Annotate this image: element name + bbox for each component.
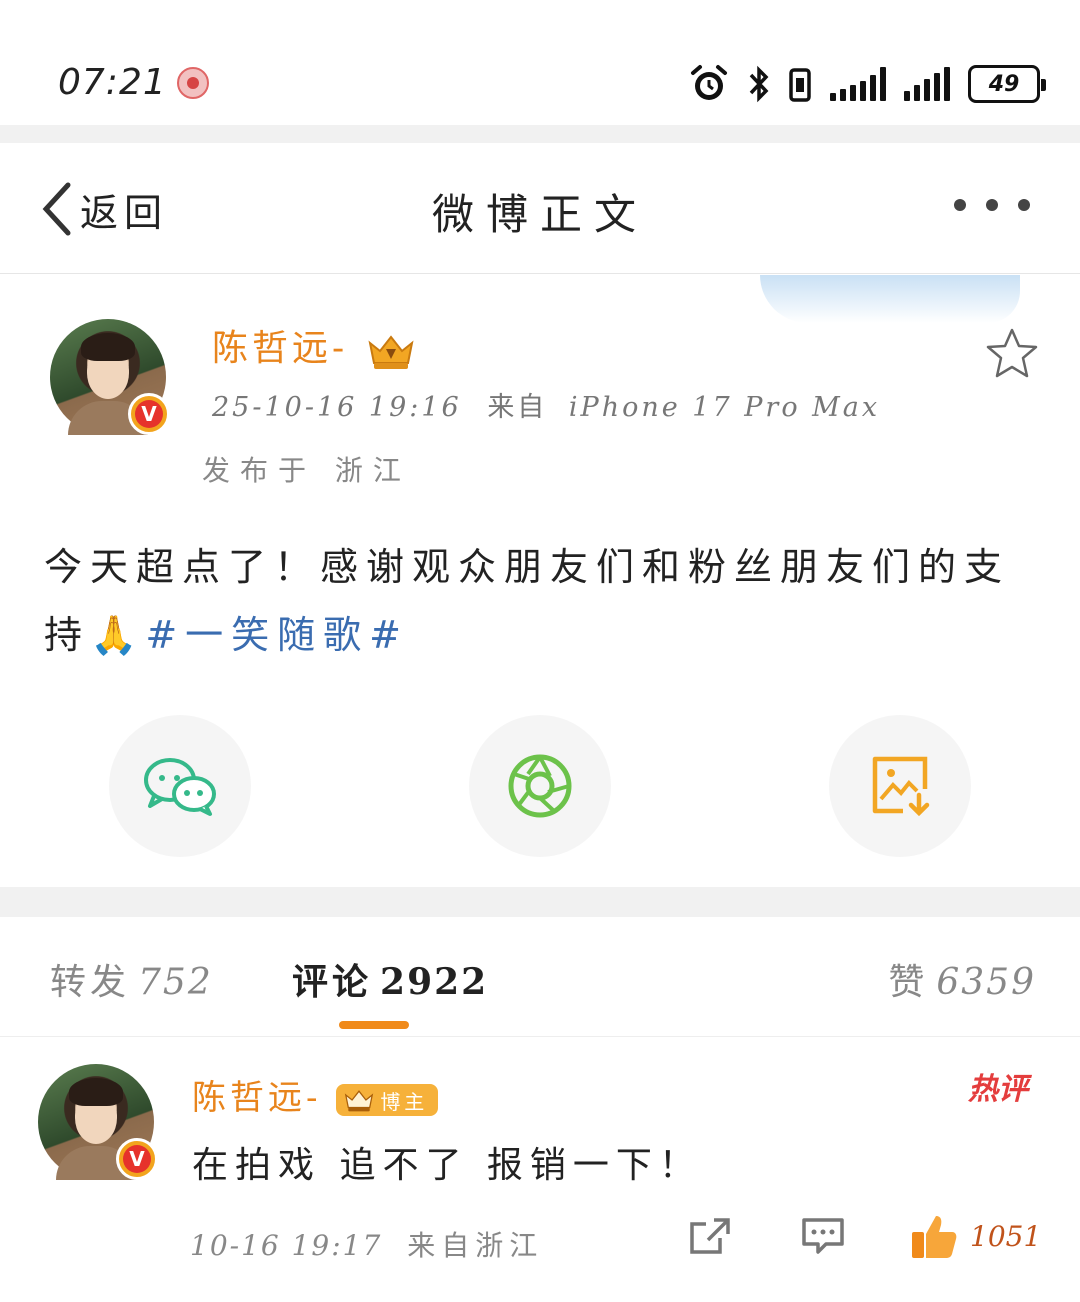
alarm-icon	[688, 63, 730, 105]
pray-emoji: 🙏	[90, 613, 146, 657]
post-location: 发布于 浙江	[202, 454, 411, 487]
comment-item: V 陈哲远- 博主 热评 在拍戏 追不了 报销一下！ 10-16 19:17 来…	[0, 1038, 1080, 1302]
comment-like-count: 1051	[970, 1219, 1042, 1253]
top-nav: 返回 微博正文	[0, 143, 1080, 274]
bluetooth-icon	[748, 64, 770, 104]
moments-icon	[508, 754, 572, 818]
post-author-name: 陈哲远-	[212, 328, 349, 369]
share-moments-button[interactable]	[469, 715, 611, 857]
post-author[interactable]: 陈哲远-	[212, 319, 418, 373]
post-source-device: iPhone 17 Pro Max	[568, 392, 881, 423]
share-icon	[690, 1218, 730, 1254]
wechat-icon	[144, 758, 216, 816]
comment-avatar[interactable]: V	[38, 1064, 158, 1180]
tab-like-count: 6359	[936, 962, 1036, 1003]
comment-author-name: 陈哲远-	[192, 1078, 322, 1118]
comment-author[interactable]: 陈哲远- 博主	[192, 1070, 439, 1119]
divider	[0, 125, 1080, 143]
divider	[0, 887, 1080, 917]
comment-share-button[interactable]	[688, 1216, 732, 1256]
tab-like-label: 赞	[888, 962, 929, 1003]
comment-time: 10-16 19:17	[190, 1229, 383, 1262]
verified-badge-icon: V	[116, 1138, 158, 1180]
notification-app-icon	[177, 67, 209, 99]
post-source-prefix: 来自	[487, 392, 548, 423]
cloud-decoration	[760, 275, 1020, 323]
crown-badge-icon	[345, 1090, 374, 1112]
tab-repost[interactable]: 转发 752	[50, 953, 213, 1005]
favorite-star-icon[interactable]	[984, 327, 1040, 385]
battery-icon: 49	[968, 65, 1046, 103]
vibrate-icon	[788, 64, 812, 104]
signal-icon-2	[904, 67, 950, 101]
post-timestamp: 25-10-16 19:16	[212, 392, 462, 423]
tab-repost-count: 752	[138, 962, 213, 1003]
page-title: 微博正文	[431, 190, 648, 239]
share-wechat-button[interactable]	[109, 715, 251, 857]
crown-badge-icon	[364, 328, 418, 373]
avatar[interactable]: V	[50, 319, 170, 435]
tab-like[interactable]: 赞 6359	[888, 953, 1036, 1005]
post-meta: 25-10-16 19:16 来自 iPhone 17 Pro Max	[212, 385, 880, 424]
status-bar: 07:21 49	[0, 0, 1080, 125]
tab-comment-label: 评论	[292, 961, 373, 1003]
verified-badge-icon: V	[128, 393, 170, 435]
comment-meta: 10-16 19:17 来自浙江	[190, 1224, 543, 1264]
signal-icon	[830, 67, 886, 101]
status-icons: 49	[688, 62, 1046, 106]
post-text: 今天超点了！感谢观众朋友们和粉丝朋友们的支持🙏#一笑随歌#	[44, 533, 1034, 669]
status-time: 07:21	[58, 62, 167, 103]
more-dots-icon[interactable]	[954, 199, 1030, 211]
tab-repost-label: 转发	[50, 962, 131, 1003]
comment-source: 来自浙江	[407, 1229, 544, 1262]
comment-text: 在拍戏 追不了 报销一下！	[192, 1145, 702, 1186]
tab-comment[interactable]: 评论 2922	[292, 953, 488, 1005]
active-tab-indicator	[339, 1021, 409, 1029]
blogger-badge-label: 博主	[380, 1091, 429, 1114]
blogger-badge: 博主	[336, 1084, 439, 1116]
comment-reply-button[interactable]	[800, 1216, 846, 1256]
comment-bubble-icon	[802, 1218, 844, 1254]
tab-comment-count: 2922	[380, 961, 489, 1003]
save-image-button[interactable]	[829, 715, 971, 857]
hashtag-link[interactable]: #一笑随歌#	[145, 613, 409, 657]
comment-like-button[interactable]: 1051	[908, 1210, 1041, 1262]
interaction-tabs: 转发 752 评论 2922 赞 6359	[0, 917, 1080, 1037]
hot-comment-tag: 热评	[968, 1072, 1028, 1107]
weibo-post: V 陈哲远- 25-10-16 19:16 来自 iPhone 17 Pro M…	[0, 275, 1080, 887]
save-image-icon	[872, 756, 930, 817]
thumbs-up-icon	[912, 1216, 957, 1258]
